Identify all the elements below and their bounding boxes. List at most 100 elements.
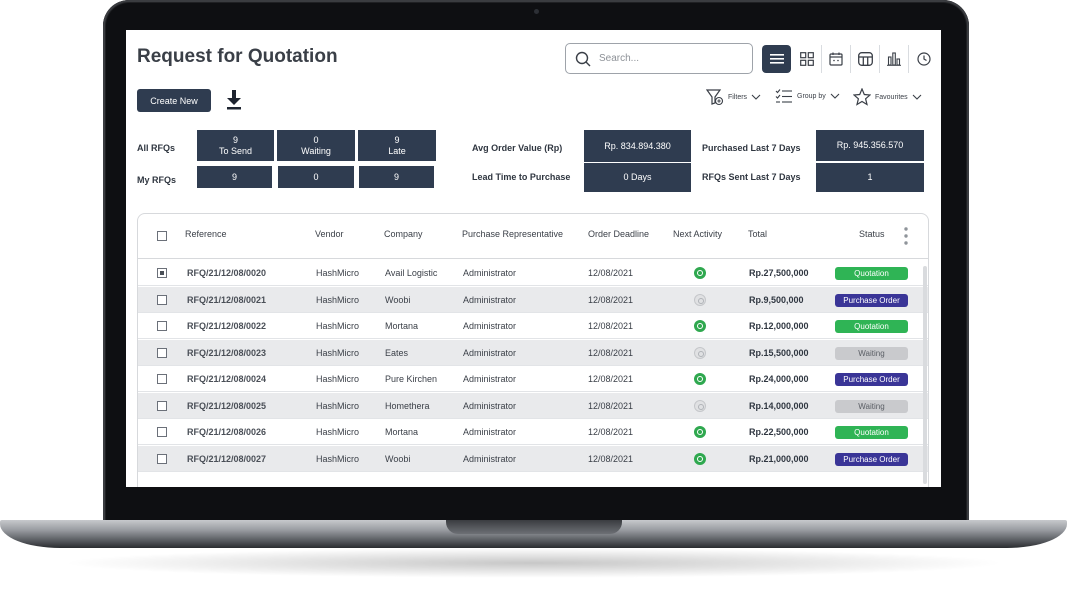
row-checkbox[interactable]: [157, 400, 167, 411]
kpi-count: 9: [393, 171, 399, 182]
col-total[interactable]: Total: [748, 229, 767, 239]
row-checkbox[interactable]: [157, 294, 167, 305]
status-badge: Quotation: [835, 267, 908, 280]
cell-purchase-rep: Administrator: [463, 268, 517, 278]
cell-total: Rp.27,500,000: [749, 268, 809, 278]
cell-vendor: HashMicro: [316, 374, 360, 384]
my-rfqs-label: My RFQs: [137, 175, 177, 185]
group-by-label: Group by: [797, 92, 826, 100]
kpi-value: 0 Days: [623, 172, 652, 182]
page-title: Request for Quotation: [137, 46, 338, 67]
group-by-dropdown[interactable]: Group by: [775, 88, 844, 104]
table-row[interactable]: RFQ/21/12/08/0026 HashMicro Mortana Adminis…: [138, 419, 928, 445]
kpi-my-to-send[interactable]: 9: [197, 166, 272, 188]
filters-dropdown[interactable]: Filters: [706, 88, 765, 106]
filters-label: Filters: [728, 93, 748, 101]
activity-status-icon[interactable]: [694, 399, 706, 412]
cell-company: Eates: [385, 347, 409, 358]
kanban-view-button[interactable]: [793, 45, 822, 73]
rfqs-sent-value: 1: [816, 163, 924, 192]
kpi-my-waiting[interactable]: 0: [278, 166, 354, 188]
activity-status-icon[interactable]: [694, 452, 706, 465]
status-badge: Quotation: [835, 320, 908, 333]
pivot-view-button[interactable]: [851, 45, 880, 73]
search-box[interactable]: [565, 43, 753, 74]
camera-dot: [534, 9, 539, 14]
cell-reference[interactable]: RFQ/21/12/08/0021: [187, 295, 266, 305]
search-input[interactable]: [599, 53, 739, 64]
activity-status-icon[interactable]: [694, 373, 706, 385]
select-all-checkbox[interactable]: [157, 231, 167, 241]
star-icon: [853, 88, 871, 106]
cell-purchase-rep: Administrator: [463, 321, 517, 331]
cell-order-deadline: 12/08/2021: [588, 400, 634, 411]
cell-purchase-rep: Administrator: [463, 294, 517, 305]
activity-status-icon[interactable]: [694, 293, 706, 306]
cell-reference[interactable]: RFQ/21/12/08/0025: [187, 401, 266, 411]
activity-view-button[interactable]: [909, 45, 938, 73]
kpi-all-to-send[interactable]: 9 To Send: [197, 130, 274, 161]
table-header: Reference Vendor Company Purchase Repres…: [138, 214, 928, 259]
create-new-button[interactable]: Create New: [137, 89, 211, 112]
activity-status-icon[interactable]: [694, 267, 706, 279]
cell-reference[interactable]: RFQ/21/12/08/0022: [187, 321, 266, 331]
avg-order-label: Avg Order Value (Rp): [472, 143, 563, 153]
kpi-label: To Send: [218, 145, 253, 156]
activity-status-icon[interactable]: [694, 320, 706, 332]
col-reference[interactable]: Reference: [185, 229, 227, 239]
col-order-deadline[interactable]: Order Deadline: [588, 229, 649, 239]
kpi-label: Waiting: [301, 145, 331, 156]
favourites-dropdown[interactable]: Favourites: [853, 88, 926, 106]
cell-vendor: HashMicro: [316, 453, 360, 464]
download-button[interactable]: [225, 89, 243, 116]
table-row[interactable]: RFQ/21/12/08/0021 HashMicro Woobi Administr…: [138, 286, 928, 313]
activity-status-icon[interactable]: [694, 346, 706, 359]
row-checkbox[interactable]: [157, 374, 167, 384]
cell-order-deadline: 12/08/2021: [588, 294, 634, 305]
col-company[interactable]: Company: [384, 229, 423, 239]
table-row[interactable]: RFQ/21/12/08/0025 HashMicro Homethera Admin…: [138, 392, 928, 419]
table-row[interactable]: RFQ/21/12/08/0022 HashMicro Mortana Adminis…: [138, 313, 928, 339]
col-purchase-rep[interactable]: Purchase Representative: [462, 229, 563, 239]
calendar-view-button[interactable]: [822, 45, 851, 73]
status-badge: Quotation: [835, 426, 908, 439]
cell-purchase-rep: Administrator: [463, 374, 517, 384]
cell-order-deadline: 12/08/2021: [588, 268, 634, 278]
row-checkbox[interactable]: [157, 453, 167, 464]
row-checkbox[interactable]: [157, 347, 167, 358]
cell-total: Rp.15,500,000: [749, 347, 809, 358]
kpi-count: 9: [232, 134, 238, 145]
activity-status-icon[interactable]: [694, 426, 706, 438]
cell-reference[interactable]: RFQ/21/12/08/0027: [187, 454, 266, 464]
cell-order-deadline: 12/08/2021: [588, 321, 634, 331]
graph-view-button[interactable]: [880, 45, 909, 73]
row-checkbox[interactable]: [157, 268, 167, 278]
status-badge: Waiting: [835, 399, 908, 413]
cell-reference[interactable]: RFQ/21/12/08/0023: [187, 348, 266, 358]
cell-total: Rp.14,000,000: [749, 400, 809, 411]
bar-chart-icon: [887, 52, 901, 66]
clock-icon: [916, 52, 931, 66]
col-vendor[interactable]: Vendor: [315, 229, 344, 239]
table-row[interactable]: RFQ/21/12/08/0020 HashMicro Avail Logistic…: [138, 260, 928, 286]
cell-reference[interactable]: RFQ/21/12/08/0026: [187, 427, 266, 437]
table-icon: [857, 52, 873, 66]
table-row[interactable]: RFQ/21/12/08/0024 HashMicro Pure Kirchen Ad…: [138, 366, 928, 392]
column-options-icon[interactable]: [904, 227, 908, 245]
table-row[interactable]: RFQ/21/12/08/0023 HashMicro Eates Administr…: [138, 339, 928, 366]
kpi-all-late[interactable]: 9 Late: [358, 130, 436, 161]
row-checkbox[interactable]: [157, 427, 167, 437]
list-view-button[interactable]: [762, 45, 791, 73]
kpi-all-waiting[interactable]: 0 Waiting: [277, 130, 355, 161]
kpi-my-late[interactable]: 9: [359, 166, 434, 188]
col-next-activity[interactable]: Next Activity: [673, 229, 722, 239]
kpi-count: 9: [394, 134, 400, 145]
chevron-down-icon: [751, 94, 761, 100]
row-checkbox[interactable]: [157, 321, 167, 331]
table-scrollbar[interactable]: [923, 266, 927, 484]
cell-reference[interactable]: RFQ/21/12/08/0024: [187, 374, 266, 384]
table-row[interactable]: RFQ/21/12/08/0027 HashMicro Woobi Administr…: [138, 445, 928, 472]
list-icon: [769, 54, 784, 64]
cell-reference[interactable]: RFQ/21/12/08/0020: [187, 268, 266, 278]
col-status[interactable]: Status: [859, 229, 885, 239]
